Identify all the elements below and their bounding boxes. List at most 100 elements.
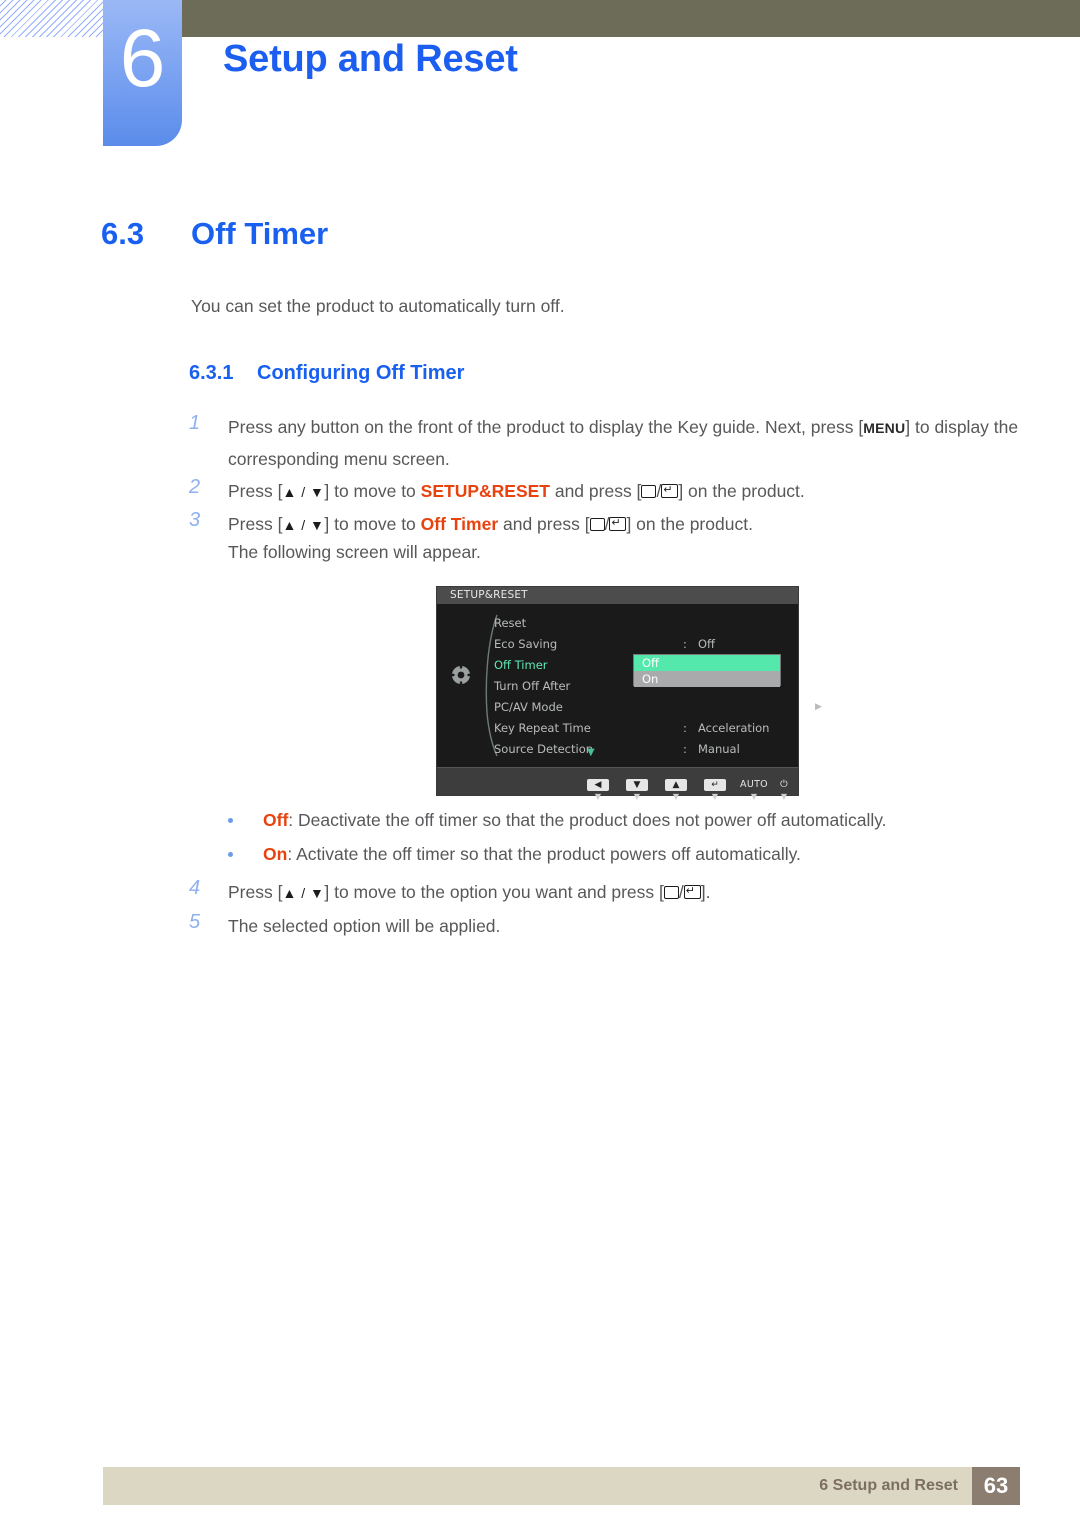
- enter-icon: ↵: [704, 779, 726, 791]
- menu-path-highlight: Off Timer: [420, 514, 499, 534]
- footer-chapter-label: 6 Setup and Reset: [819, 1477, 958, 1494]
- up-arrow-icon: ▲: [665, 779, 687, 791]
- step-number: 4: [189, 877, 201, 899]
- step-item: 4 Press [▲ / ▼] to move to the option yo…: [189, 877, 1019, 909]
- step-text-mid2: and press [: [498, 514, 590, 534]
- page-title: Off Timer: [191, 216, 329, 251]
- osd-key-guide-bar: ◀ ▼ ▼ ▼ ▲ ▼ ↵ ▼ AUTO ▼ ⏻ ▼: [437, 767, 798, 801]
- step-number: 2: [189, 476, 201, 498]
- up-down-arrow-glyph: ▲ / ▼: [282, 885, 325, 901]
- osd-row-label: Key Repeat Time: [494, 721, 591, 735]
- osd-title-bar: SETUP&RESET: [437, 587, 798, 604]
- osd-key-auto[interactable]: AUTO ▼: [737, 772, 771, 801]
- chapter-tab: 6: [103, 0, 182, 146]
- enter-button-icon: [609, 517, 627, 531]
- page-header: 6 Setup and Reset: [0, 0, 1080, 155]
- source-button-icon: [589, 518, 605, 531]
- step-item: 1 Press any button on the front of the p…: [189, 412, 1019, 475]
- menu-key-glyph: MENU: [863, 420, 906, 436]
- step-item: 3 Press [▲ / ▼] to move to Off Timer and…: [189, 509, 1019, 541]
- osd-row[interactable]: PC/AV Mode ▶: [494, 697, 822, 718]
- osd-row-label: Reset: [494, 616, 527, 630]
- step-text-pre: Press [: [228, 514, 283, 534]
- hatch-pattern-decoration: [0, 0, 118, 37]
- step-text-post: ].: [700, 882, 711, 902]
- step-text-mid2: and press [: [549, 481, 642, 501]
- page-footer-bar: 6 Setup and Reset: [103, 1467, 972, 1505]
- subsection-number: 6.3.1: [189, 362, 234, 384]
- osd-row-colon: :: [683, 637, 687, 651]
- osd-row-label: PC/AV Mode: [494, 700, 563, 714]
- step-text-mid: ] to move to: [324, 481, 421, 501]
- osd-key-up-arrow[interactable]: ▲ ▼: [663, 772, 689, 801]
- chapter-title: Setup and Reset: [223, 38, 518, 80]
- bullet-dot-icon: [228, 852, 233, 857]
- osd-row[interactable]: Eco Saving : Off: [494, 634, 794, 655]
- dropdown-option-off[interactable]: Off: [634, 655, 780, 671]
- scroll-down-caret-icon[interactable]: ▼: [587, 747, 595, 758]
- step-text: Press [▲ / ▼] to move to Off Timer and p…: [228, 509, 1019, 541]
- osd-row-value: Acceleration: [698, 721, 770, 735]
- dropdown-option-on[interactable]: On: [634, 671, 780, 687]
- osd-row-value: Off: [698, 637, 715, 651]
- source-button-icon: [663, 886, 679, 899]
- section-number: 6.3: [101, 216, 145, 251]
- left-arrow-icon: ◀: [587, 779, 609, 791]
- bullet-description: : Deactivate the off timer so that the p…: [288, 810, 887, 830]
- osd-row-value: Manual: [698, 742, 740, 756]
- osd-row[interactable]: Key Repeat Time : Acceleration: [494, 718, 794, 739]
- osd-key-down-arrow[interactable]: ▼ ▼: [624, 772, 650, 801]
- step-text-post: ] on the product.: [678, 481, 805, 501]
- step-text-pre: Press any button on the front of the pro…: [228, 417, 864, 437]
- source-button-icon: [641, 485, 657, 498]
- step-number: 5: [189, 911, 201, 933]
- enter-button-icon: [683, 885, 701, 899]
- page-number-badge: 63: [972, 1467, 1020, 1505]
- osd-row-label: Eco Saving: [494, 637, 558, 651]
- step-text: Press [▲ / ▼] to move to the option you …: [228, 877, 1019, 909]
- key-caret-icon: ▼: [672, 792, 680, 801]
- bullet-content: On: Activate the off timer so that the p…: [263, 844, 801, 864]
- step-text: Press [▲ / ▼] to move to SETUP&RESET and…: [228, 476, 1019, 508]
- step-text-pre: Press [: [228, 882, 283, 902]
- osd-row[interactable]: Source Detection : Manual: [494, 739, 794, 760]
- following-screen-note: The following screen will appear.: [228, 542, 481, 562]
- step-text-mid: ] to move to: [324, 514, 421, 534]
- osd-row[interactable]: Reset: [494, 613, 794, 634]
- up-down-arrow-glyph: ▲ / ▼: [282, 484, 325, 500]
- section-intro-text: You can set the product to automatically…: [191, 296, 565, 316]
- header-olive-bar: [182, 0, 1080, 37]
- osd-row-label: Off Timer: [494, 658, 548, 672]
- bullet-dot-icon: [228, 818, 233, 823]
- off-timer-dropdown[interactable]: Off On: [633, 654, 781, 687]
- key-caret-icon: ▼: [594, 792, 602, 801]
- chapter-number: 6: [119, 13, 166, 104]
- step-item: 2 Press [▲ / ▼] to move to SETUP&RESET a…: [189, 476, 1019, 508]
- gear-icon: [449, 663, 473, 687]
- down-arrow-icon: ▼: [626, 779, 648, 791]
- osd-key-left-arrow[interactable]: ◀ ▼: [585, 772, 611, 801]
- bullet-content: Off: Deactivate the off timer so that th…: [263, 810, 887, 830]
- osd-row-label: Turn Off After: [494, 679, 571, 693]
- osd-row-label: Source Detection: [494, 742, 594, 756]
- enter-button-icon: [661, 484, 679, 498]
- osd-menu-screenshot: SETUP&RESET Reset Eco Saving : Off Off T…: [436, 586, 822, 801]
- step-number: 3: [189, 509, 201, 531]
- power-icon: ⏻: [780, 779, 788, 790]
- auto-label: AUTO: [740, 779, 768, 790]
- up-down-arrow-glyph: ▲ / ▼: [282, 517, 325, 533]
- step-text-pre: Press [: [228, 481, 283, 501]
- bullet-description: : Activate the off timer so that the pro…: [287, 844, 801, 864]
- key-caret-icon: ▼: [711, 792, 719, 801]
- step-text-mid: ] to move to the option you want and pre…: [324, 882, 664, 902]
- step-text: Press any button on the front of the pro…: [228, 412, 1019, 475]
- osd-row-colon: :: [683, 721, 687, 735]
- bullet-term: On: [263, 844, 288, 864]
- key-caret-icon: ▼: [750, 792, 758, 801]
- key-caret-icon: ▼: [633, 792, 641, 801]
- menu-path-highlight: SETUP&RESET: [420, 481, 550, 501]
- bullet-term: Off: [263, 810, 289, 830]
- osd-key-enter[interactable]: ↵ ▼: [702, 772, 728, 801]
- subsection-title: Configuring Off Timer: [257, 362, 465, 384]
- osd-key-power[interactable]: ⏻ ▼: [771, 772, 797, 801]
